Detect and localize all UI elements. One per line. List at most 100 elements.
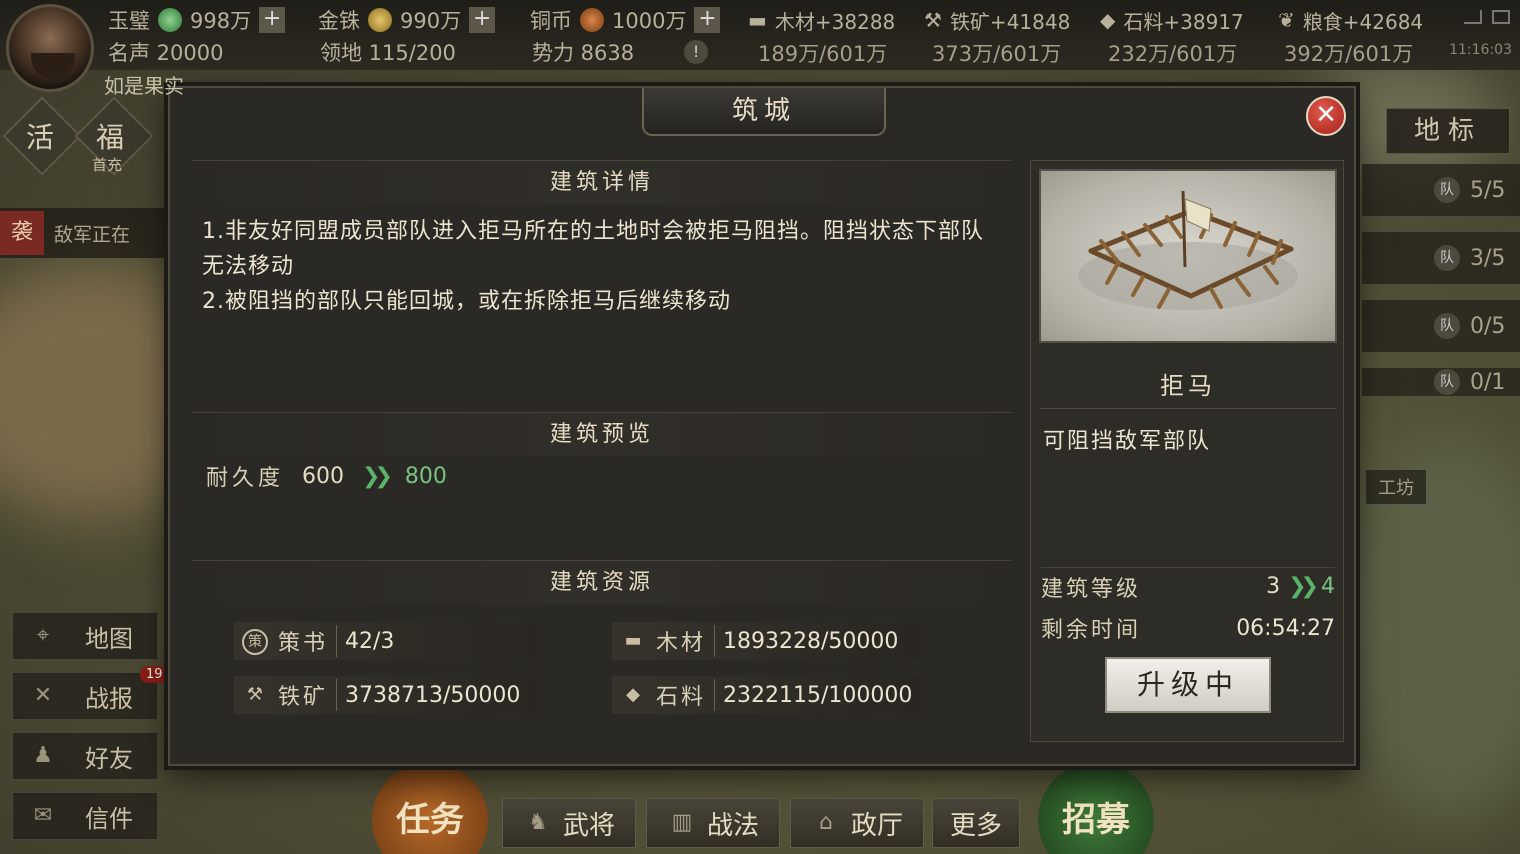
double-chevron-right-icon: ❯❯	[1288, 574, 1319, 599]
welfare-label: 福	[96, 121, 125, 154]
time-label: 剩余时间	[1041, 618, 1142, 643]
durability-next: 800	[404, 463, 447, 489]
building-summary-panel: 拒马 可阻挡敌军部队 建筑等级 3 ❯❯ 4 剩余时间 06:54:27 升级中	[1030, 160, 1344, 742]
copper-add-button[interactable]: +	[694, 7, 721, 33]
level-label: 建筑等级	[1041, 576, 1142, 602]
gold-icon	[368, 8, 392, 32]
close-button[interactable]: ✕	[1306, 96, 1346, 136]
swords-icon: ✕	[33, 683, 53, 708]
queue-row[interactable]: 队 0/5	[1362, 300, 1520, 352]
queue-row[interactable]: 队 5/5	[1362, 164, 1520, 216]
friends-button-label: 好友	[85, 744, 133, 773]
description-line-2: 2.被阻挡的部队只能回城，或在拆除拒马后继续移动	[202, 289, 731, 314]
queue-icon: 队	[1434, 245, 1460, 271]
tactics-tab-label: 战法	[706, 810, 759, 841]
iron-rate: ⚒ 铁矿+41848	[924, 6, 1070, 34]
grain-rate-text: 粮食+42684	[1302, 9, 1424, 34]
friends-icon: ♟	[33, 743, 53, 768]
gold-value: 990万	[400, 9, 462, 33]
generals-tab-label: 武将	[562, 810, 615, 841]
resource-iron: ⚒ 铁矿 3738713/50000	[234, 676, 542, 714]
section-building-resources: 建筑资源	[192, 560, 1012, 604]
tactics-tab[interactable]: ▥ 战法	[646, 798, 780, 848]
queue-row[interactable]: 队 3/5	[1362, 232, 1520, 284]
wood-capacity: 189万/601万	[758, 42, 888, 66]
jade-label: 玉璧	[108, 9, 150, 33]
hall-tab[interactable]: ⌂ 政厅	[790, 798, 924, 848]
wood-rate-text: 木材+38288	[774, 9, 896, 34]
mail-icon: ✉	[33, 803, 53, 828]
wood-icon: ▬	[624, 630, 642, 651]
jade-icon	[158, 8, 182, 32]
remaining-time-row: 剩余时间 06:54:27	[1041, 611, 1335, 645]
resource-name: 铁矿	[278, 679, 338, 711]
alert-icon[interactable]: !	[684, 40, 709, 64]
building-description: 1.非友好同盟成员部队进入拒马所在的土地时会被拒马阻挡。阻挡状态下部队无法移动 …	[202, 214, 1002, 319]
section-building-preview: 建筑预览	[192, 412, 1012, 456]
stone-icon: ◆	[626, 684, 640, 705]
time-remaining: 06:54:27	[1236, 615, 1335, 641]
generals-tab[interactable]: ♞ 武将	[502, 798, 636, 848]
building-level-row: 建筑等级 3 ❯❯ 4	[1041, 567, 1335, 602]
grain-rate: ❦ 粮食+42684	[1278, 6, 1423, 34]
mail-button[interactable]: ✉ 信件	[12, 792, 158, 840]
gold-resource: 金铢 990万 +	[318, 6, 496, 34]
wood-rate: ▬ 木材+38288	[748, 6, 895, 34]
player-avatar[interactable]	[6, 4, 94, 92]
upgrading-button[interactable]: 升级中	[1105, 657, 1271, 713]
workshop-label[interactable]: 工坊	[1366, 470, 1426, 504]
system-status	[1464, 10, 1510, 24]
grain-capacity: 392万/601万	[1284, 42, 1414, 66]
building-effect: 可阻挡敌军部队	[1043, 429, 1212, 454]
queue-icon: 队	[1434, 369, 1460, 395]
stone-rate: ◆ 石料+38917	[1100, 6, 1244, 34]
battle-report-label: 战报	[85, 684, 133, 713]
more-tab[interactable]: 更多	[932, 798, 1020, 848]
gold-add-button[interactable]: +	[469, 7, 496, 33]
queue-row[interactable]: 队 0/1	[1362, 368, 1520, 396]
building-info-panel: 建筑详情 1.非友好同盟成员部队进入拒马所在的土地时会被拒马阻挡。阻挡状态下部队…	[192, 160, 1012, 740]
hall-tab-label: 政厅	[850, 810, 903, 841]
fame-text: 名声 20000	[108, 41, 224, 65]
copper-label: 铜币	[530, 9, 572, 33]
queue-count: 5/5	[1470, 177, 1506, 203]
battle-report-button[interactable]: ✕ 战报	[12, 672, 158, 720]
more-tab-label: 更多	[949, 810, 1002, 841]
jade-add-button[interactable]: +	[259, 7, 286, 33]
friends-button[interactable]: ♟ 好友	[12, 732, 158, 780]
copper-icon	[580, 8, 604, 32]
queue-count: 3/5	[1470, 245, 1506, 271]
section-building-details: 建筑详情	[192, 160, 1012, 204]
queue-icon: 队	[1434, 177, 1460, 203]
signal-icon	[1464, 10, 1482, 24]
resource-name: 策书	[278, 625, 338, 657]
queue-count: 0/1	[1470, 369, 1506, 395]
iron-icon: ⚒	[924, 8, 942, 32]
copper-resource: 铜币 1000万 +	[530, 6, 721, 34]
clock: 11:16:03	[1449, 42, 1512, 58]
battery-icon	[1492, 10, 1510, 24]
map-icon: ⌖	[36, 623, 50, 648]
enemy-alert-banner[interactable]: 袭 敌军正在	[0, 208, 190, 258]
barricade-image	[1039, 169, 1337, 343]
general-icon: ♞	[528, 810, 548, 835]
gold-label: 金铢	[318, 9, 360, 33]
hall-icon: ⌂	[819, 810, 833, 835]
iron-icon: ⚒	[246, 684, 264, 705]
queue-count: 0/5	[1470, 313, 1506, 339]
stone-capacity: 232万/601万	[1108, 42, 1238, 66]
double-chevron-right-icon: ❯❯	[362, 463, 393, 489]
level-next: 4	[1321, 574, 1335, 599]
description-line-1: 1.非友好同盟成员部队进入拒马所在的土地时会被拒马阻挡。阻挡状态下部队无法移动	[202, 219, 984, 279]
resource-value: 1893228/50000	[723, 628, 899, 654]
jade-value: 998万	[190, 9, 252, 33]
battle-report-badge: 19	[140, 666, 169, 683]
power-text: 势力 8638	[532, 41, 635, 65]
dialog-title: 筑城	[642, 88, 886, 136]
tactics-icon: ▥	[671, 810, 693, 835]
landmark-button[interactable]: 地标	[1386, 108, 1510, 154]
resource-value: 3738713/50000	[345, 682, 521, 708]
resource-bar: 玉璧 998万 + 金铢 990万 + 铜币 1000万 + ▬ 木材+38288…	[0, 0, 1520, 70]
building-name: 拒马	[1039, 363, 1337, 409]
map-button[interactable]: ⌖ 地图	[12, 612, 158, 660]
